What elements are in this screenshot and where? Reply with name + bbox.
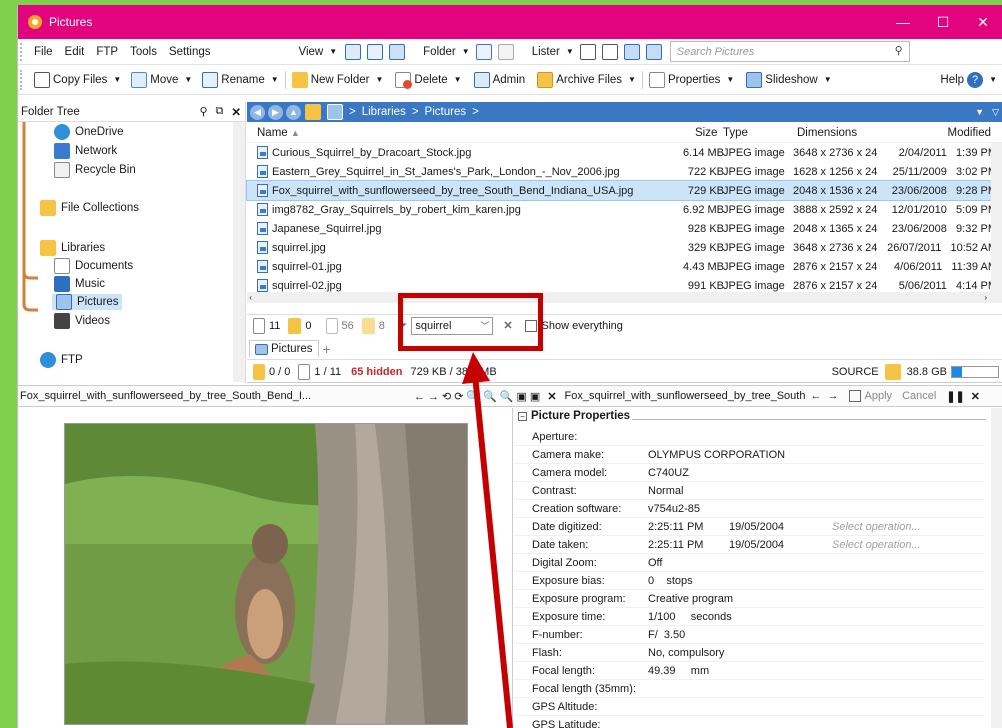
annotation-arrow [462,352,513,728]
